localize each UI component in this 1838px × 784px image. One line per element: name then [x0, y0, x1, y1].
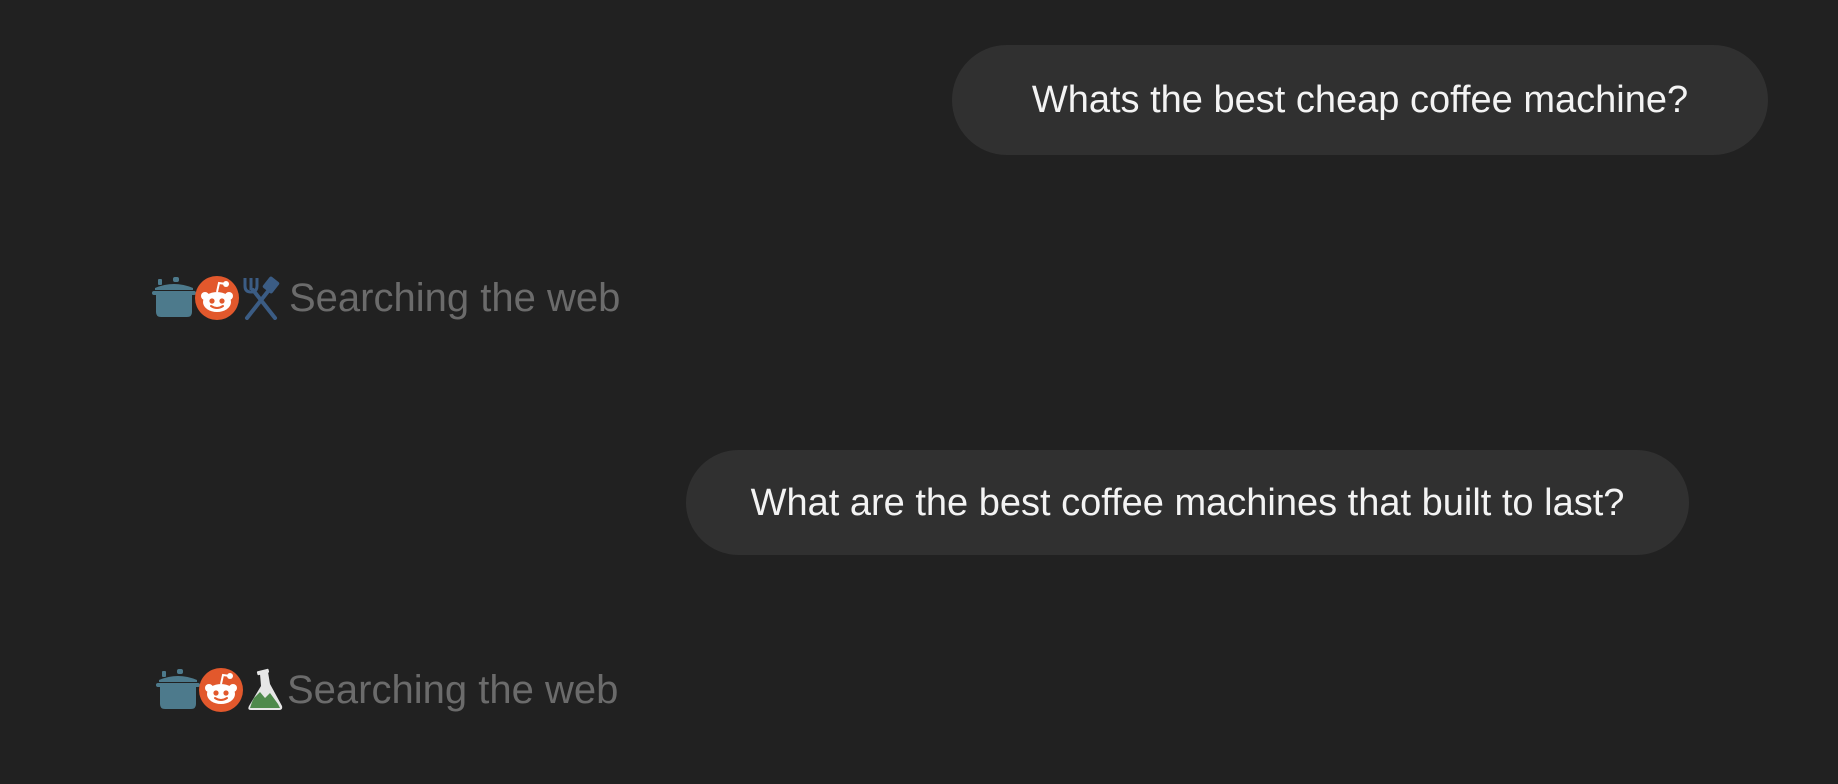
pot-icon: [156, 669, 200, 709]
flask-icon: [248, 668, 283, 710]
user-message-text: Whats the best cheap coffee machine?: [1031, 79, 1689, 121]
search-status: Searching the web: [152, 273, 620, 323]
search-status: Searching the web: [156, 665, 618, 715]
source-icons: [152, 275, 287, 321]
pot-icon: [152, 277, 196, 317]
reddit-icon: [195, 276, 239, 320]
status-text: Searching the web: [287, 668, 619, 712]
source-icons: [156, 667, 291, 713]
status-text: Searching the web: [289, 276, 621, 320]
user-message-bubble: What are the best coffee machines that b…: [686, 450, 1689, 555]
reddit-icon: [199, 668, 243, 712]
user-message-bubble: Whats the best cheap coffee machine?: [952, 45, 1768, 155]
user-message-text: What are the best coffee machines that b…: [750, 481, 1625, 524]
spatula-fork-icon: [243, 276, 280, 320]
